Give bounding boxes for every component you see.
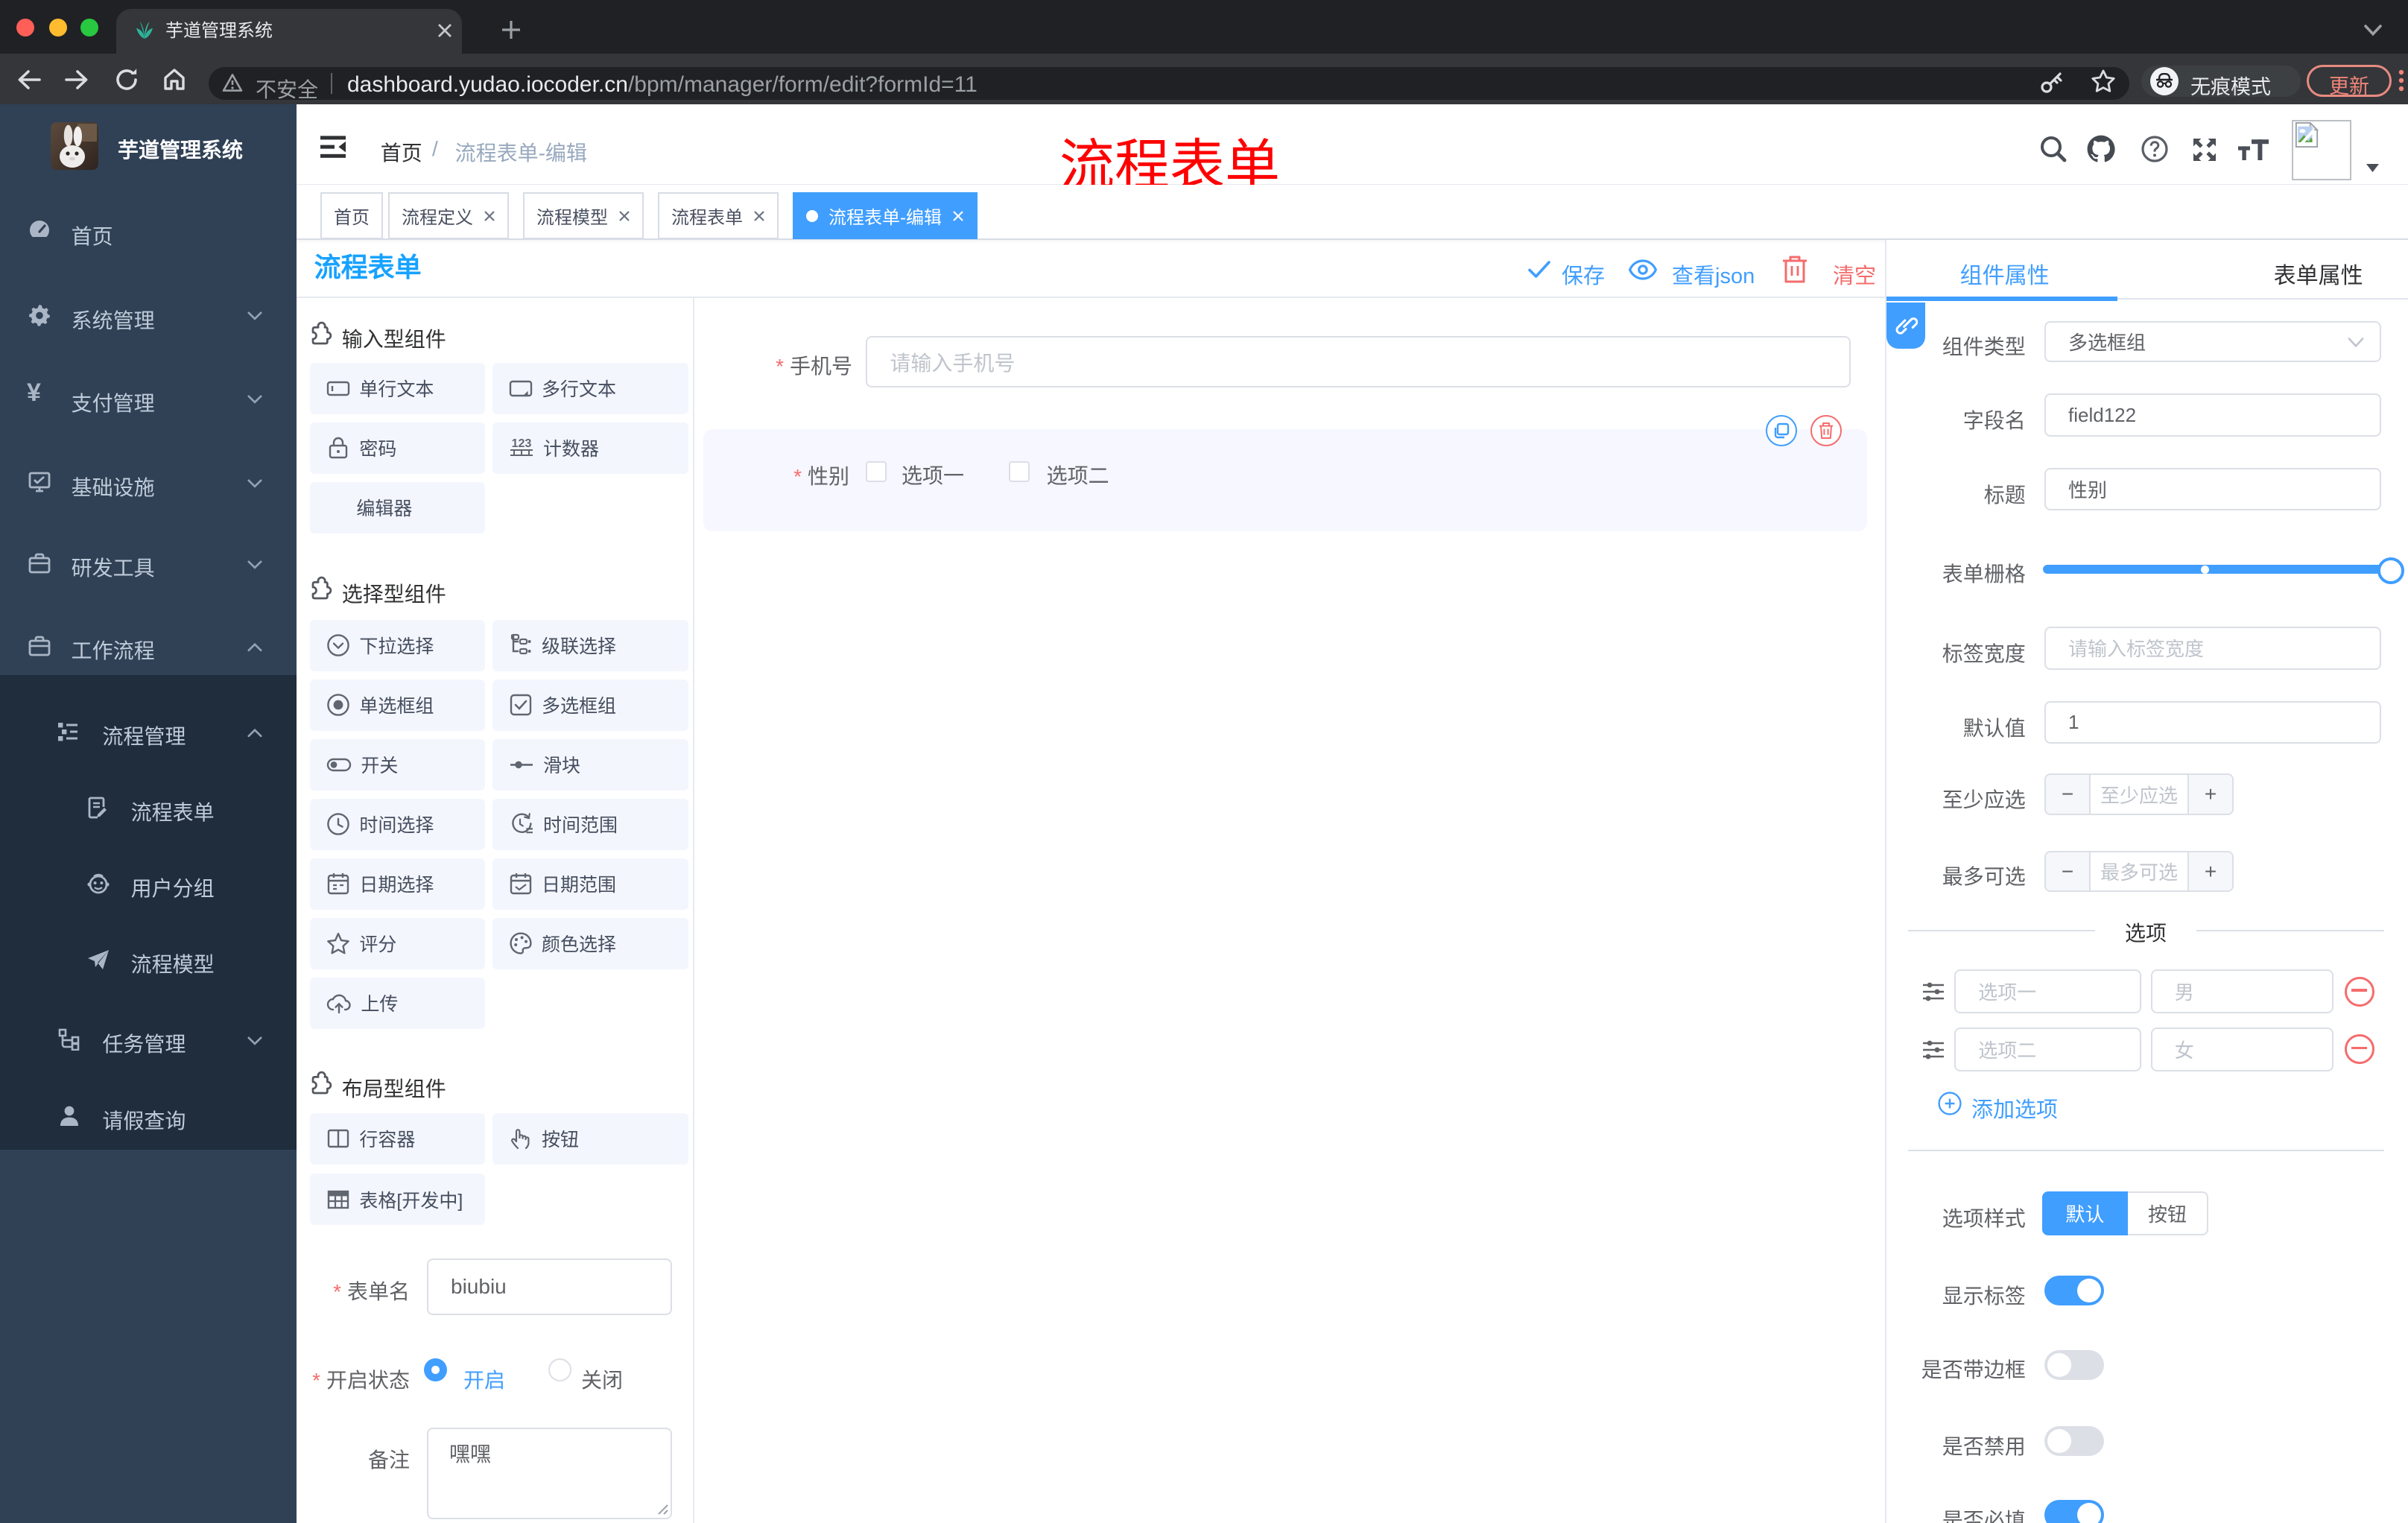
svg-text:123: 123: [512, 437, 532, 450]
